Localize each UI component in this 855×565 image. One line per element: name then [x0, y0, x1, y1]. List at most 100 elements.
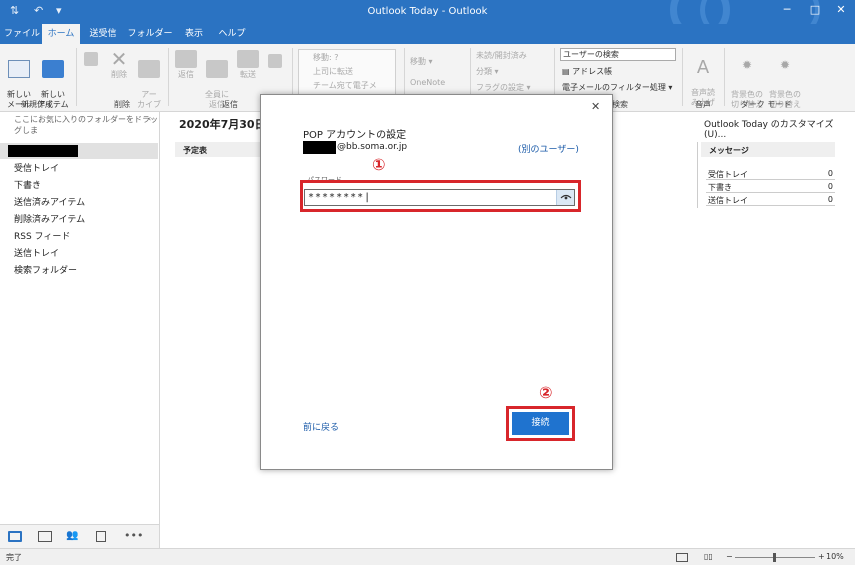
filter-email-button[interactable]: 電子メールのフィルター処理 ▾ — [562, 82, 672, 93]
bottom-navigation: 👥 ••• — [0, 524, 160, 548]
collapse-pane-icon[interactable]: ‹ — [148, 114, 151, 123]
message-count: 0 — [827, 195, 833, 204]
folder-inbox[interactable]: 受信トレイ — [14, 161, 59, 174]
message-row[interactable]: 受信トレイ 0 — [706, 168, 835, 180]
delete-x-icon: ✕ — [110, 47, 128, 71]
group-separator — [724, 48, 725, 106]
address-book-icon: ▤ — [562, 67, 573, 76]
folder-drafts[interactable]: 下書き — [14, 178, 41, 191]
tab-help[interactable]: ヘルプ — [214, 24, 250, 44]
back-link[interactable]: 前に戻る — [303, 420, 339, 433]
minimize-button[interactable]: ─ — [772, 3, 802, 16]
eye-icon — [560, 194, 572, 200]
tab-home[interactable]: ホーム — [42, 24, 80, 44]
dialog-title: POP アカウントの設定 — [303, 130, 407, 141]
customize-outlook-today-link[interactable]: Outlook Today のカスタマイズ(U)... — [704, 117, 855, 140]
folder-search-folders[interactable]: 検索フォルダー — [14, 263, 77, 276]
account-name-redacted — [8, 145, 78, 157]
other-user-link[interactable]: (別のユーザー) — [518, 142, 579, 155]
move-button[interactable]: 移動 ▾ — [410, 56, 433, 67]
quickstep-to-manager[interactable]: 上司に転送 — [313, 66, 353, 77]
more-apps-icon[interactable]: ••• — [124, 529, 144, 542]
folder-rss-feeds[interactable]: RSS フィード — [14, 229, 70, 242]
close-button[interactable]: ✕ — [826, 3, 855, 16]
tab-send-receive[interactable]: 送受信 — [84, 24, 122, 44]
calendar-icon[interactable] — [38, 531, 52, 542]
normal-view-icon[interactable] — [676, 553, 688, 562]
cleanup-button[interactable] — [80, 52, 102, 68]
favorites-hint: ここにお気に入りのフォルダーをドラッグしま — [14, 115, 158, 135]
more-respond-button[interactable] — [264, 54, 286, 70]
step-marker-2: ② — [539, 383, 553, 402]
zoom-in-icon[interactable]: + — [818, 552, 825, 561]
forward-label: 転送 — [240, 70, 256, 79]
sun-icon: ✹ — [779, 58, 791, 72]
zoom-level[interactable]: 10% — [826, 552, 844, 561]
tab-view[interactable]: 表示 — [178, 24, 210, 44]
group-label-delete: 削除 — [114, 100, 130, 109]
status-text: 完了 — [6, 553, 22, 562]
categorize-button[interactable]: 分類 ▾ — [476, 66, 499, 77]
message-folder-label: 下書き — [708, 183, 732, 192]
group-label-new: 新規作成 — [21, 100, 53, 109]
more-respond-icon — [268, 54, 282, 68]
folder-deleted-items[interactable]: 削除済みアイテム — [14, 212, 85, 225]
folder-pane: ここにお気に入りのフォルダーをドラッグしま ‹ 受信トレイ 下書き 送信済みアイ… — [0, 112, 160, 524]
delete-button[interactable]: ✕ 削除 — [106, 47, 132, 80]
envelope-icon — [8, 60, 30, 78]
message-count: 0 — [827, 182, 833, 191]
message-row[interactable]: 送信トレイ 0 — [706, 194, 835, 206]
show-password-button[interactable] — [556, 190, 574, 205]
mail-icon[interactable] — [8, 531, 22, 542]
dialog-close-button[interactable]: ✕ — [591, 100, 600, 113]
calendar-header: 予定表 — [175, 142, 261, 157]
tab-folder[interactable]: フォルダー — [126, 24, 174, 44]
reply-button[interactable]: 返信 — [172, 50, 200, 80]
read-aloud-icon: A — [696, 57, 710, 78]
message-folder-label: 送信トレイ — [708, 196, 748, 205]
group-separator — [76, 48, 77, 106]
sun-icon: ✹ — [741, 58, 753, 72]
tasks-icon[interactable] — [96, 531, 106, 542]
email-username-redacted — [303, 141, 336, 154]
messages-header: メッセージ — [701, 142, 835, 157]
reply-icon — [175, 50, 197, 68]
today-date: 2020年7月30日 — [179, 118, 266, 131]
forward-icon — [237, 50, 259, 68]
title-bar: ⇅ ↶ ▾ Outlook Today - Outlook ─ □ ✕ — [0, 0, 855, 24]
zoom-slider-thumb[interactable] — [773, 553, 776, 562]
followup-button[interactable]: フラグの設定 ▾ — [476, 82, 531, 93]
address-book-button[interactable]: ▤ アドレス帳 — [562, 66, 612, 77]
address-book-label: アドレス帳 — [572, 67, 613, 76]
group-separator — [682, 48, 683, 106]
reply-label: 返信 — [178, 70, 194, 79]
message-row[interactable]: 下書き 0 — [706, 181, 835, 193]
group-label-dark-mode: ダーク モード — [740, 100, 792, 109]
forward-button[interactable]: 転送 — [234, 50, 262, 80]
onenote-button[interactable]: OneNote — [410, 78, 445, 87]
quickstep-move[interactable]: 移動: ? — [313, 52, 338, 63]
message-count: 0 — [827, 169, 833, 178]
reading-view-icon[interactable]: ▯▯ — [704, 552, 713, 561]
password-input[interactable]: ********| — [304, 189, 575, 206]
message-folder-label: 受信トレイ — [708, 170, 748, 179]
quick-steps-gallery[interactable]: 移動: ? 上司に転送 チーム宛て電子メ — [298, 49, 396, 95]
new-items-icon — [42, 60, 64, 78]
quickstep-team-email[interactable]: チーム宛て電子メ — [313, 80, 377, 91]
email-domain: @bb.soma.or.jp — [337, 142, 408, 152]
delete-label: 削除 — [111, 70, 127, 79]
group-separator — [168, 48, 169, 106]
folder-outbox[interactable]: 送信トレイ — [14, 246, 59, 259]
search-people-input[interactable]: ユーザーの検索 — [560, 48, 676, 61]
reply-all-icon — [206, 60, 228, 78]
pop-account-dialog: ✕ POP アカウントの設定 @bb.soma.or.jp (別のユーザー) ①… — [260, 94, 613, 470]
group-label-speech: 音声 — [695, 100, 711, 109]
folder-sent-items[interactable]: 送信済みアイテム — [14, 195, 85, 208]
connect-button[interactable]: 接続 — [512, 412, 569, 435]
people-icon[interactable]: 👥 — [66, 530, 80, 541]
zoom-out-icon[interactable]: − — [726, 552, 733, 561]
unread-read-button[interactable]: 未読/開封済み — [476, 50, 527, 61]
tab-file[interactable]: ファイル — [4, 24, 40, 44]
account-row[interactable] — [0, 143, 158, 159]
step-marker-1: ① — [372, 155, 386, 174]
